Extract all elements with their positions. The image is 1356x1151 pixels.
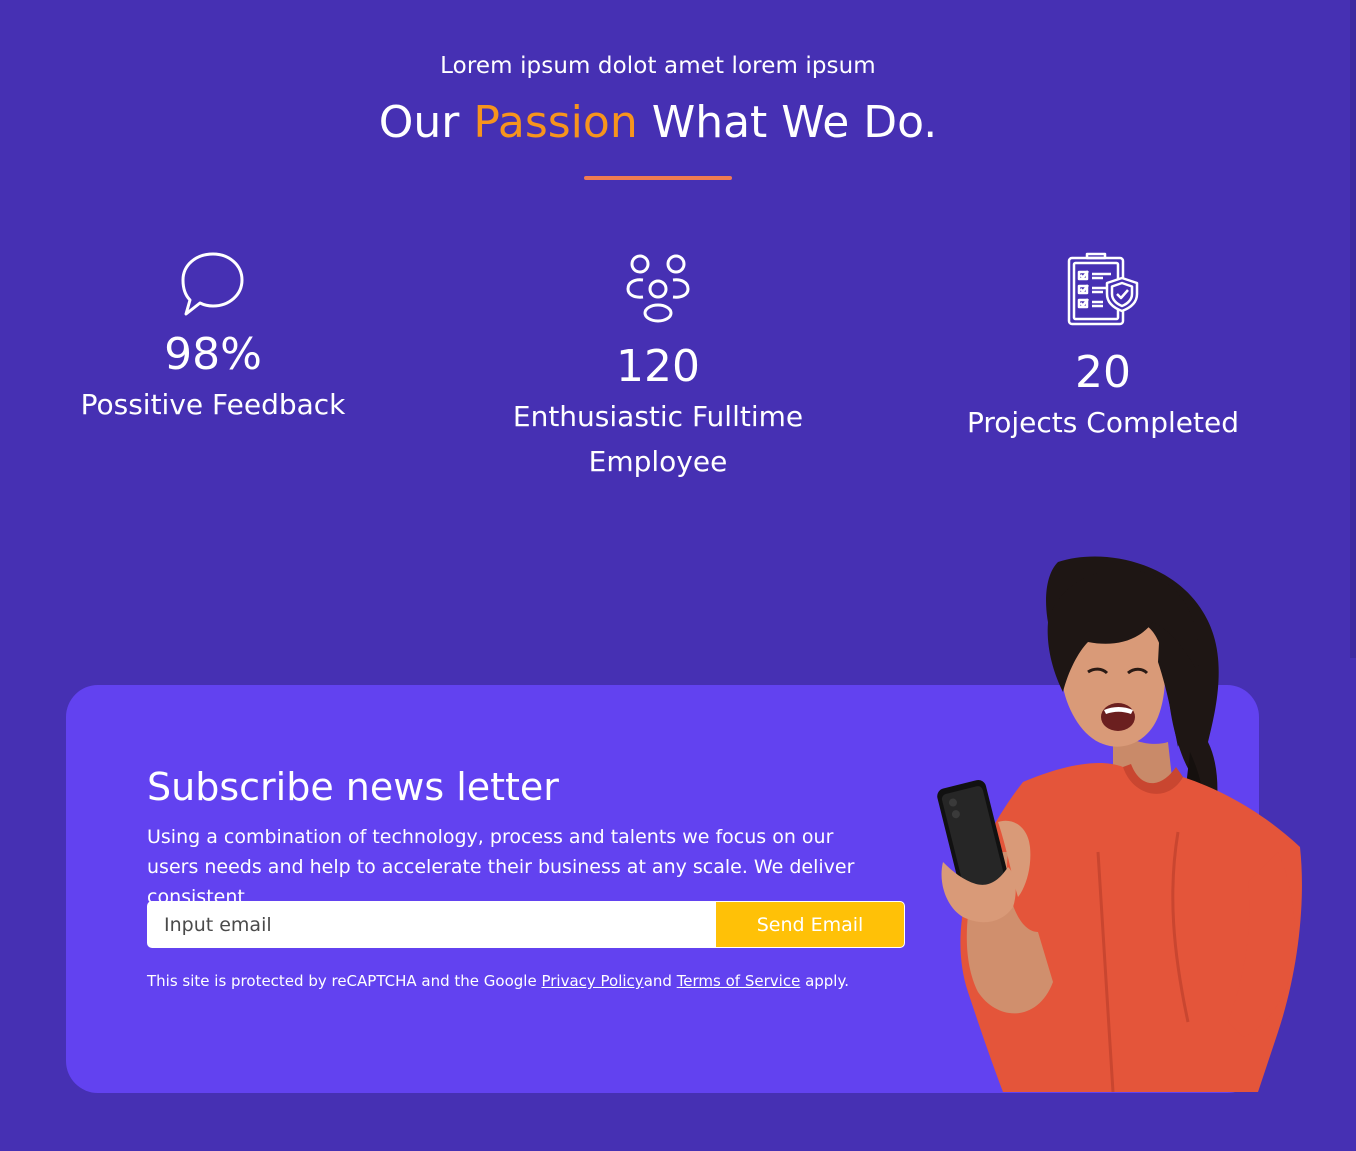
stat-value: 98%: [164, 329, 262, 380]
terms-of-service-link[interactable]: Terms of Service: [677, 972, 801, 990]
woman-with-phone-photo: [937, 556, 1302, 1092]
people-group-icon: [626, 254, 690, 323]
stat-feedback: 98% Possitive Feedback: [33, 250, 393, 427]
stat-projects: 20 Projects Completed: [923, 250, 1283, 445]
hero-title-accent: Passion: [473, 97, 638, 148]
stat-label: Possitive Feedback: [80, 388, 346, 421]
chat-bubble-icon: [181, 252, 244, 316]
newsletter-form: Send Email: [147, 901, 905, 948]
privacy-policy-link[interactable]: Privacy Policy: [541, 972, 643, 990]
send-email-button[interactable]: Send Email: [716, 902, 904, 947]
recaptcha-notice-suffix: apply.: [800, 972, 849, 990]
stat-employees: 120 Enthusiastic Fulltime Employee: [478, 252, 838, 484]
hero-title-prefix: Our: [378, 97, 474, 148]
recaptcha-notice-and: and: [643, 972, 677, 990]
stat-value: 20: [1075, 347, 1131, 398]
email-input[interactable]: [148, 902, 716, 947]
newsletter-title: Subscribe news letter: [147, 765, 559, 809]
stat-value: 120: [616, 341, 700, 392]
recaptcha-notice: This site is protected by reCAPTCHA and …: [147, 970, 849, 992]
scrollbar[interactable]: [1350, 0, 1356, 658]
hero-title: Our Passion What We Do.: [0, 94, 1316, 152]
page: Lorem ipsum dolot amet lorem ipsum Our P…: [0, 0, 1356, 1151]
recaptcha-notice-prefix: This site is protected by reCAPTCHA and …: [147, 972, 542, 990]
stat-label: Enthusiastic Fulltime Employee: [512, 400, 804, 478]
hero-underline: [584, 176, 732, 180]
hero-title-suffix: What We Do.: [637, 97, 938, 148]
newsletter-description: Using a combination of technology, proce…: [147, 826, 855, 908]
clipboard-check-icon: [1067, 252, 1139, 326]
stat-label: Projects Completed: [966, 406, 1239, 439]
hero-kicker: Lorem ipsum dolot amet lorem ipsum: [440, 53, 876, 79]
